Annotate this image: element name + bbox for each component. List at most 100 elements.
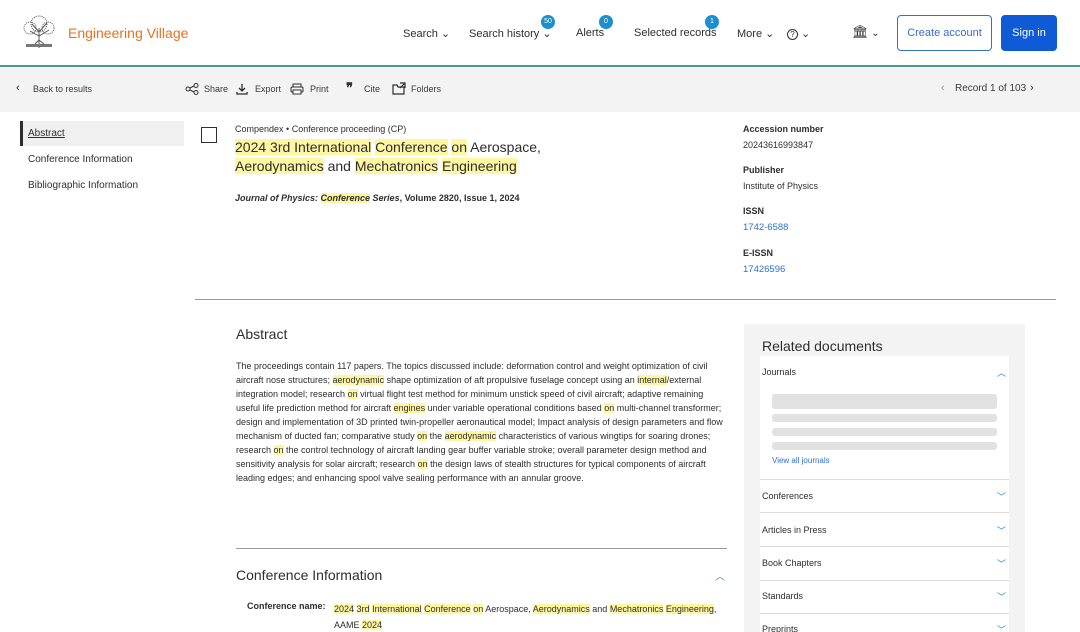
loading-skeleton <box>772 428 997 436</box>
related-journals-toggle[interactable]: Journals <box>762 367 796 377</box>
share-button[interactable]: Share <box>204 84 228 94</box>
conf-part: Aerodynamics <box>532 604 590 614</box>
nav-search-history-label: Search history <box>469 28 540 40</box>
left-nav-abstract[interactable]: Abstract <box>20 121 184 146</box>
conf-part: Engineering <box>665 604 714 614</box>
institution-icon: 🏛 <box>852 24 869 39</box>
title-part: and <box>323 158 355 174</box>
related-standards-toggle[interactable]: Standards <box>762 591 803 601</box>
institution-menu[interactable]: 🏛 ⌄ <box>852 24 880 40</box>
related-conferences-toggle[interactable]: Conferences <box>762 491 813 501</box>
quote-icon[interactable]: ❞ <box>346 80 353 96</box>
issn-label: ISSN <box>743 206 765 216</box>
folder-icon[interactable] <box>392 82 406 95</box>
select-record-checkbox[interactable] <box>201 127 217 143</box>
nav-search[interactable]: Search ⌄ <box>403 27 450 40</box>
abstract-heading: Abstract <box>236 326 288 342</box>
chevron-down-icon[interactable]: ﹀ <box>997 490 1006 503</box>
conference-name-value: 2024 3rd International Conference on Aer… <box>334 601 724 632</box>
chevron-down-icon: ⌄ <box>798 28 811 40</box>
nav-search-label: Search <box>403 28 438 40</box>
related-preprints-toggle[interactable]: Preprints <box>762 624 798 632</box>
cite-button[interactable]: Cite <box>364 84 380 94</box>
journal-citation: Journal of Physics: Conference Series, V… <box>235 193 519 203</box>
sign-in-button[interactable]: Sign in <box>1001 15 1057 51</box>
chevron-down-icon: ⌄ <box>539 28 552 40</box>
abstract-segment: under variable operational conditions ba… <box>425 403 605 413</box>
conf-part: Mechatronics <box>609 604 664 614</box>
chevron-right-icon[interactable]: › <box>1030 82 1034 94</box>
loading-skeleton <box>772 442 997 450</box>
folders-button[interactable]: Folders <box>411 84 441 94</box>
nav-search-history[interactable]: Search history ⌄ <box>469 27 552 40</box>
chevron-down-icon[interactable]: ﹀ <box>997 524 1006 537</box>
alerts-count-badge: 0 <box>599 15 613 29</box>
document-type: Conference proceeding (CP) <box>291 124 407 134</box>
help-menu[interactable]: ? ⌄ <box>787 27 810 40</box>
loading-skeleton <box>772 414 997 422</box>
title-part: 2024 3rd <box>235 139 295 155</box>
conf-part: 2024 <box>334 604 355 614</box>
related-articles-in-press-toggle[interactable]: Articles in Press <box>762 525 827 535</box>
database-name: Compendex <box>235 124 284 134</box>
chevron-down-icon[interactable]: ﹀ <box>997 557 1006 570</box>
related-documents-heading: Related documents <box>762 338 883 354</box>
selected-records-count-badge: 1 <box>705 15 719 29</box>
chevron-down-icon[interactable]: ﹀ <box>997 623 1006 632</box>
nav-alerts[interactable]: Alerts <box>576 27 604 39</box>
conf-part: 3rd <box>356 604 370 614</box>
conf-part: and <box>589 604 610 614</box>
title-part: Aerodynamics <box>235 158 324 174</box>
list-separator <box>760 479 1009 480</box>
export-button[interactable]: Export <box>255 84 281 94</box>
journal-part: Series <box>370 193 400 203</box>
elsevier-tree-logo[interactable] <box>20 14 58 50</box>
create-account-button[interactable]: Create account <box>897 15 992 51</box>
help-icon: ? <box>787 29 798 40</box>
title-part: Aerospace, <box>466 139 541 155</box>
abstract-highlight: internal <box>637 375 667 385</box>
publisher-value: Institute of Physics <box>743 181 819 191</box>
top-header: Engineering Village Search ⌄ Search hist… <box>0 0 1080 67</box>
chevron-down-icon: ⌄ <box>762 28 775 40</box>
section-divider <box>236 548 727 549</box>
brand-name[interactable]: Engineering Village <box>68 25 188 41</box>
left-nav-conference-information[interactable]: Conference Information <box>20 147 184 172</box>
nav-more-label: More <box>737 28 763 40</box>
share-icon[interactable] <box>185 83 199 95</box>
journal-part: Journal of Physics: <box>235 193 321 203</box>
journal-part: , Volume 2820, Issue 1, 2024 <box>399 193 520 203</box>
conference-name-label: Conference name: <box>247 601 326 611</box>
nav-selected-records[interactable]: Selected records <box>634 27 717 39</box>
back-to-results-link[interactable]: Back to results <box>33 84 92 94</box>
chevron-up-icon[interactable]: ︿ <box>997 366 1006 379</box>
chevron-left-icon[interactable]: ‹ <box>16 82 20 94</box>
eissn-link[interactable]: 17426596 <box>743 264 785 275</box>
chevron-up-icon[interactable]: ︿ <box>715 568 725 583</box>
accession-number-label: Accession number <box>743 124 824 134</box>
eissn-label: E-ISSN <box>743 248 774 258</box>
abstract-segment: the <box>427 431 445 441</box>
related-book-chapters-toggle[interactable]: Book Chapters <box>762 558 822 568</box>
download-icon[interactable] <box>236 83 248 95</box>
printer-icon[interactable] <box>290 83 304 95</box>
journal-part: Conference <box>320 193 371 203</box>
chevron-down-icon: ⌄ <box>437 28 451 40</box>
nav-more[interactable]: More ⌄ <box>737 27 774 40</box>
print-button[interactable]: Print <box>310 84 329 94</box>
list-separator <box>760 546 1009 547</box>
chevron-down-icon: ⌄ <box>868 28 880 39</box>
record-meta: Compendex • Conference proceeding (CP) <box>235 124 406 134</box>
abstract-highlight: engines <box>393 403 426 413</box>
chevron-left-icon[interactable]: ‹ <box>941 82 945 94</box>
left-nav-bibliographic-information[interactable]: Bibliographic Information <box>20 173 184 198</box>
conf-part: International <box>372 604 422 614</box>
issn-link[interactable]: 1742-6588 <box>743 222 788 233</box>
view-all-journals-link[interactable]: View all journals <box>772 456 830 465</box>
list-separator <box>760 613 1009 614</box>
record-title: 2024 3rd International Conference on Aer… <box>235 138 655 176</box>
title-part: on <box>451 139 467 155</box>
chevron-down-icon[interactable]: ﹀ <box>997 590 1006 603</box>
list-separator <box>760 512 1009 513</box>
title-part: Conference <box>375 139 448 155</box>
